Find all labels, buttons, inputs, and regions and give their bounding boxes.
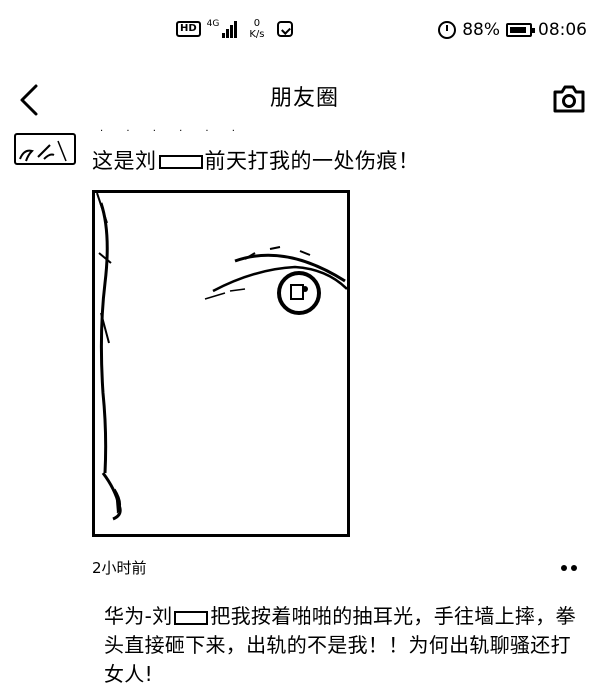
post-text-before: 这是刘 xyxy=(92,149,157,173)
app-notification-icon xyxy=(276,21,293,37)
more-options-button[interactable] xyxy=(555,560,583,576)
network-speed-value: 0 xyxy=(253,18,261,29)
post-photo[interactable] xyxy=(92,190,350,537)
hd-badge: HD xyxy=(176,21,201,37)
avatar-image xyxy=(19,140,67,162)
clock: 08:06 xyxy=(538,20,587,40)
eye-photo-image xyxy=(96,193,347,521)
camera-button[interactable] xyxy=(551,82,587,116)
network-speed: 0 K/s xyxy=(249,18,264,40)
more-dot-icon xyxy=(571,565,577,571)
more-dot-icon xyxy=(561,565,567,571)
comment-author: 华为-刘 xyxy=(104,604,173,628)
network-speed-unit: K/s xyxy=(249,29,265,40)
network-gen-label: 4G xyxy=(206,19,220,29)
redacted-name xyxy=(158,155,203,169)
alarm-icon xyxy=(438,21,457,39)
status-left-group: HD 4G 0 K/s xyxy=(176,18,293,40)
battery-level-fill xyxy=(510,27,526,33)
redacted-comment-name xyxy=(174,610,209,625)
page-title: 朋友圈 xyxy=(269,86,339,111)
avatar[interactable] xyxy=(14,133,76,165)
comment-text: 华为-刘 把我按着啪啪的抽耳光，手往墙上摔，拳头直接砸下来，出轨的不是我！！为何出… xyxy=(104,602,589,689)
status-right-group: 88% 08:06 xyxy=(438,18,587,42)
post-text-after: 前天打我的一处伤痕！ xyxy=(204,149,420,173)
author-name-masked: · · · · · · xyxy=(100,126,245,137)
post-text: 这是刘 前天打我的一处伤痕！ xyxy=(92,145,420,177)
battery-icon xyxy=(506,23,535,37)
battery-percent: 88% xyxy=(462,20,500,40)
status-bar: HD 4G 0 K/s 88% 08:06 xyxy=(0,0,609,64)
post-timestamp: 2小时前 xyxy=(92,559,147,577)
camera-icon xyxy=(553,85,585,113)
nav-bar: 朋友圈 xyxy=(0,72,609,128)
signal-icon: 4G xyxy=(207,20,238,38)
